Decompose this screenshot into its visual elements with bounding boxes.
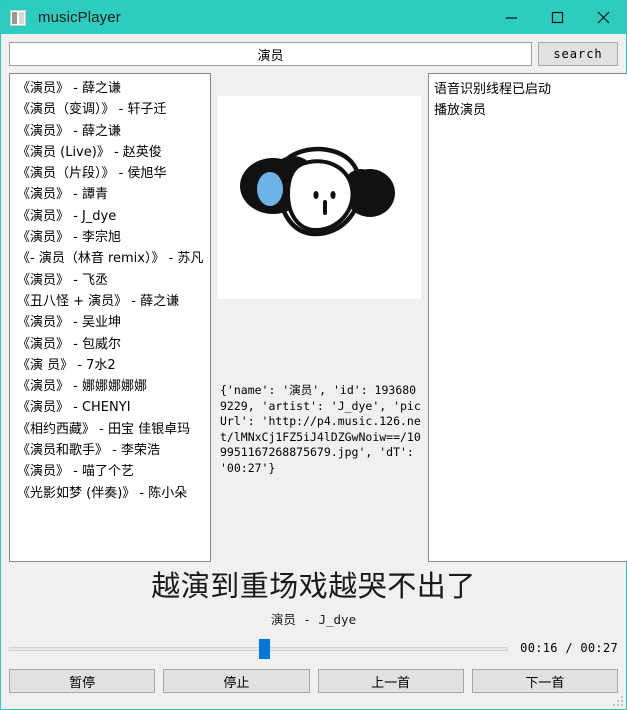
music-player-window: musicPlayer search 《演员》 - 薛之谦 《演员（变调）》 -…: [0, 0, 627, 710]
progress-bar-row: 00:16 / 00:27: [1, 628, 626, 659]
list-item[interactable]: 《光影如梦 (伴奏)》 - 陈小朵: [10, 483, 210, 504]
stop-button[interactable]: 停止: [163, 669, 310, 693]
title-bar: musicPlayer: [1, 1, 626, 34]
list-item[interactable]: 《演员》 - 包威尔: [10, 334, 210, 355]
main-content: 《演员》 - 薛之谦 《演员（变调）》 - 轩子迁 《演员》 - 薛之谦 《演员…: [1, 66, 627, 562]
list-item[interactable]: 《演员》 - 吴业坤: [10, 312, 210, 333]
time-display: 00:16 / 00:27: [520, 641, 618, 655]
list-item[interactable]: 《演员（片段）》 - 侯旭华: [10, 163, 210, 184]
next-button[interactable]: 下一首: [471, 669, 618, 693]
list-item[interactable]: 《演员》 - 薛之谦: [10, 78, 210, 99]
list-item[interactable]: 《演员》 - 李宗旭: [10, 227, 210, 248]
status-log-panel: 语音识别线程已启动 播放演员: [428, 73, 627, 562]
center-panel: {'name': '演员', 'id': 1936809229, 'artist…: [218, 73, 421, 562]
list-item[interactable]: 《演员》 - 娜娜娜娜娜: [10, 376, 210, 397]
log-line: 语音识别线程已启动: [434, 82, 552, 97]
album-cover-image: [218, 96, 421, 299]
window-controls: [488, 1, 626, 34]
list-item[interactable]: 《演员》 - J_dye: [10, 206, 210, 227]
list-item[interactable]: 《演员》 - CHENYI: [10, 397, 210, 418]
maximize-icon[interactable]: [534, 1, 580, 34]
lyrics-area: 越演到重场戏越哭不出了 演员 - J_dye: [1, 567, 626, 628]
list-item[interactable]: 《丑八怪 + 演员》 - 薛之谦: [10, 291, 210, 312]
minimize-icon[interactable]: [488, 1, 534, 34]
list-item[interactable]: 《演 员》 - 7水2: [10, 355, 210, 376]
list-item[interactable]: 《演员》 - 薛之谦: [10, 121, 210, 142]
resize-grip[interactable]: [611, 694, 623, 706]
search-results-list[interactable]: 《演员》 - 薛之谦 《演员（变调）》 - 轩子迁 《演员》 - 薛之谦 《演员…: [9, 73, 211, 562]
current-lyric-line: 越演到重场戏越哭不出了: [151, 569, 476, 603]
pause-button[interactable]: 暂停: [9, 669, 156, 693]
close-icon[interactable]: [580, 1, 626, 34]
list-item[interactable]: 《演员（变调）》 - 轩子迁: [10, 99, 210, 120]
seek-slider[interactable]: [9, 638, 509, 659]
playback-controls: 暂停 停止 上一首 下一首: [1, 658, 626, 693]
search-button[interactable]: search: [538, 42, 618, 66]
track-metadata-text: {'name': '演员', 'id': 1936809229, 'artist…: [220, 383, 421, 475]
list-item[interactable]: 《相约西藏》 - 田宝 佳银卓玛: [10, 419, 210, 440]
list-item[interactable]: 《演员和歌手》 - 李荣浩: [10, 440, 210, 461]
list-item[interactable]: 《演员》 - 喵了个艺: [10, 461, 210, 482]
search-input[interactable]: [9, 42, 532, 66]
search-bar: search: [1, 34, 626, 66]
app-window-icon: [10, 9, 26, 26]
log-line: 播放演员: [434, 103, 487, 118]
now-playing-label: 演员 - J_dye: [270, 612, 357, 627]
previous-button[interactable]: 上一首: [317, 669, 464, 693]
list-item[interactable]: 《- 演员（林音 remix）》 - 苏凡: [10, 248, 210, 269]
window-title: musicPlayer: [38, 9, 121, 26]
seek-slider-handle[interactable]: [258, 639, 270, 659]
list-item[interactable]: 《演员》 - 飞丞: [10, 270, 210, 291]
list-item[interactable]: 《演员 (Live)》 - 赵英俊: [10, 142, 210, 163]
list-item[interactable]: 《演员》 - 譚青: [10, 184, 210, 205]
